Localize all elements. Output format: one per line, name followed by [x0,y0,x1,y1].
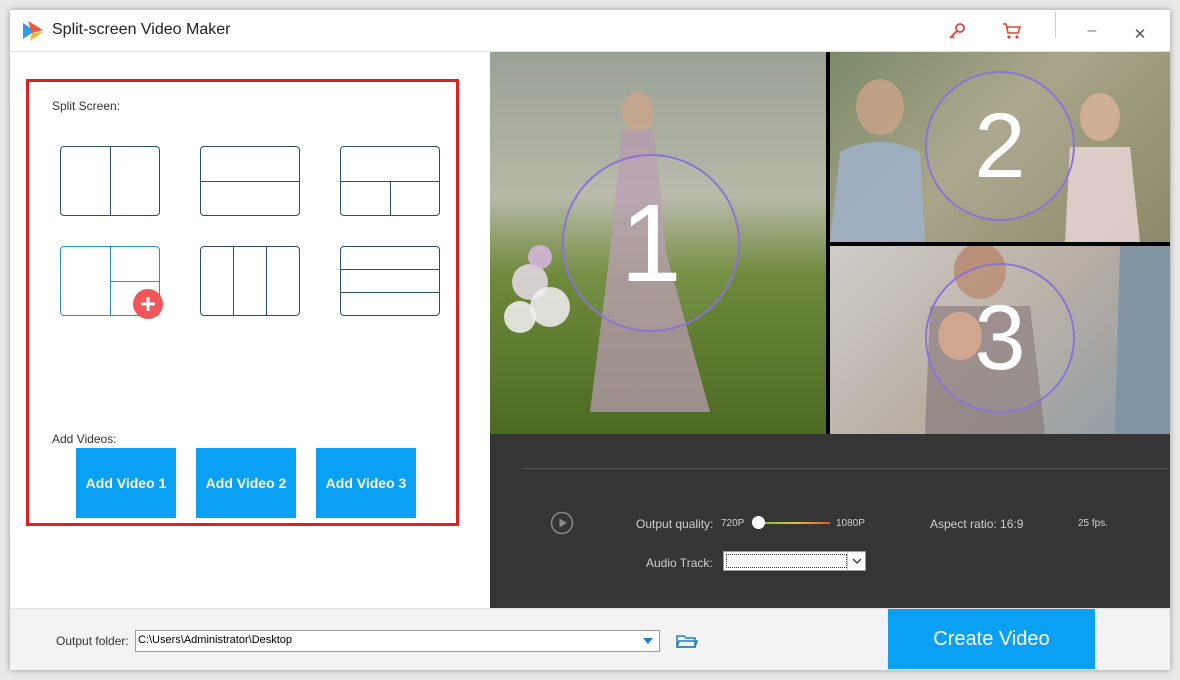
output-quality-label: Output quality: [636,517,714,531]
close-icon: ✕ [1133,26,1147,43]
audio-track-label: Audio Track: [646,556,713,570]
titlebar-separator [1055,12,1056,38]
cart-icon [1003,23,1022,39]
key-icon [949,23,965,39]
add-layout-button[interactable] [133,289,163,319]
audio-track-value [726,554,847,568]
browse-folder-button[interactable] [674,630,700,652]
layout-two-rows[interactable] [200,146,300,216]
fps-label: 25 fps. [1078,518,1109,529]
add-videos-label: Add Videos: [52,432,117,446]
app-logo-icon [23,21,43,41]
controls-panel: Output quality: 720P 1080P Aspect ratio:… [490,434,1170,608]
cell-number-3: 3 [925,263,1075,413]
plus-icon [141,297,155,311]
output-folder-input[interactable]: C:\Users\Administrator\Desktop [135,630,660,652]
key-button[interactable] [942,16,972,46]
layout-three-rows[interactable] [340,246,440,316]
quality-max-label: 1080P [836,518,865,529]
app-title: Split-screen Video Maker [52,21,231,38]
play-button[interactable] [550,511,574,535]
folder-icon [676,635,698,648]
layout-three-columns[interactable] [200,246,300,316]
cell-number-1: 1 [562,154,740,332]
quality-slider-knob[interactable] [752,516,765,529]
minimize-icon: – [1087,22,1097,39]
add-video-1-button[interactable]: Add Video 1 [76,448,176,518]
title-bar: Split-screen Video Maker – ✕ [10,10,1170,52]
cell-number-2: 2 [925,71,1075,221]
cart-button[interactable] [997,16,1027,46]
left-panel: Split Screen: Add Videos: Add Video 1 Ad… [10,52,490,608]
minimize-button[interactable]: – [1077,16,1107,46]
preview-cell-2[interactable]: 2 [830,52,1170,242]
audio-track-dropdown[interactable] [847,552,865,570]
layout-two-columns[interactable] [60,146,160,216]
output-folder-value: C:\Users\Administrator\Desktop [138,634,293,646]
output-folder-dropdown[interactable] [637,631,659,651]
split-screen-label: Split Screen: [52,99,121,113]
quality-min-label: 720P [721,518,745,529]
create-video-button[interactable]: Create Video [888,609,1095,669]
layout-top-plus-two-bottom[interactable] [340,146,440,216]
preview-cell-3[interactable]: 3 [830,246,1170,434]
bottom-bar: Output folder: C:\Users\Administrator\De… [10,608,1170,670]
preview-area: 1 2 3 [490,52,1170,434]
output-folder-label: Output folder: [56,634,129,648]
app-window: Split-screen Video Maker – ✕ Split Scree… [10,10,1170,670]
quality-slider-track[interactable] [758,522,830,524]
add-video-2-button[interactable]: Add Video 2 [196,448,296,518]
timeline-bar [523,468,1169,469]
add-video-3-button[interactable]: Add Video 3 [316,448,416,518]
audio-track-select[interactable] [723,551,866,571]
aspect-ratio: Aspect ratio: 16:9 [930,517,1024,531]
dropdown-triangle-icon [643,638,653,644]
close-button[interactable]: ✕ [1125,19,1155,49]
chevron-down-icon [852,558,861,564]
preview-cell-1[interactable]: 1 [490,52,826,434]
play-icon [550,511,574,535]
